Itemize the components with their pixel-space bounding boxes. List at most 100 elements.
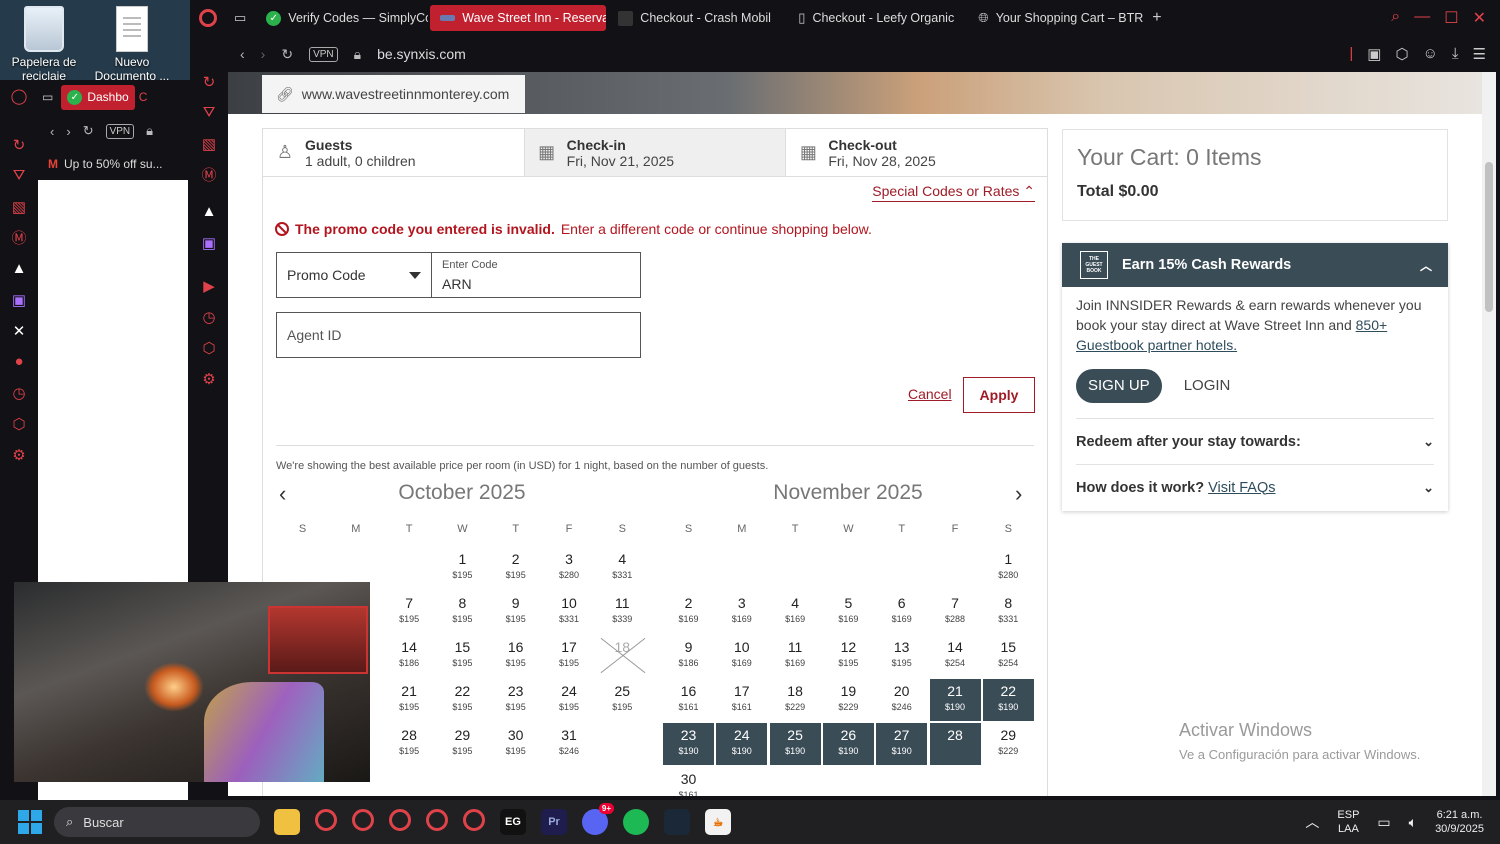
opera-icon[interactable]	[463, 809, 485, 831]
calendar-day[interactable]: 10 $331	[544, 591, 595, 633]
profile-icon[interactable]: ☺	[1423, 45, 1438, 63]
calendar-day[interactable]: 16 $161	[663, 679, 714, 721]
search-icon[interactable]: ⌕	[1391, 8, 1400, 28]
music-icon[interactable]: ●	[0, 346, 38, 377]
calendar-day[interactable]: 21 $190	[929, 679, 981, 721]
guests-selector[interactable]: ♙ Guests 1 adult, 0 children	[263, 129, 524, 176]
java-icon[interactable]: ☕︎	[705, 809, 731, 835]
tab-wave-street-inn[interactable]: Wave Street Inn - Reserva	[430, 5, 607, 31]
reload-icon[interactable]: ↻	[281, 46, 293, 63]
aria-icon[interactable]: ▲	[0, 253, 38, 284]
new-tab-plus-icon[interactable]: +	[1144, 9, 1169, 27]
calendar-day[interactable]: 17 $161	[716, 679, 767, 721]
calendar-day[interactable]: 24 $190	[716, 723, 768, 765]
basket-icon[interactable]: ⛛	[190, 97, 228, 128]
calendar-day[interactable]: 23 $195	[490, 679, 541, 721]
calendar-day[interactable]: 25 $195	[597, 679, 648, 721]
clock-icon[interactable]: ◷	[190, 301, 228, 332]
easy-setup-icon[interactable]: ☰	[1473, 45, 1486, 63]
calendar-day[interactable]: 14 $254	[930, 635, 981, 677]
history-icon[interactable]: ↻	[190, 66, 228, 97]
volume-icon[interactable]: 🔈︎	[1409, 814, 1417, 831]
file-explorer-icon[interactable]	[274, 809, 300, 835]
m-icon[interactable]: Ⓜ	[0, 222, 38, 253]
back-tab-dashboard[interactable]: ✓ Dashbo	[61, 84, 135, 110]
calendar-day[interactable]: 28 $195	[384, 723, 435, 765]
tickets-icon[interactable]: ▧	[0, 191, 38, 222]
promo-code-input[interactable]: Enter Code ARN	[431, 252, 641, 298]
calendar-day[interactable]: 28	[929, 723, 981, 765]
calendar-day[interactable]: 20 $246	[876, 679, 927, 721]
calendar-day[interactable]: 5 $169	[823, 591, 874, 633]
calendar-day[interactable]: 3 $169	[716, 591, 767, 633]
calendar-day[interactable]: 29 $195	[437, 723, 488, 765]
calendar-day[interactable]: 1 $195	[437, 547, 488, 589]
apply-button[interactable]: Apply	[963, 377, 1035, 413]
opera-icon[interactable]	[315, 809, 337, 831]
close-icon[interactable]: ✕	[1473, 8, 1486, 28]
start-button[interactable]	[18, 810, 42, 834]
calendar-day[interactable]: 11 $169	[770, 635, 821, 677]
opera-menu-button[interactable]	[190, 0, 226, 36]
tickets-icon[interactable]: ▧	[190, 128, 228, 159]
m-icon[interactable]: Ⓜ	[190, 159, 228, 190]
spotify-icon[interactable]	[623, 809, 649, 835]
taskbar-search[interactable]: ⌕ Buscar	[54, 807, 260, 837]
clock[interactable]: 6:21 a.m. 30/9/2025	[1435, 808, 1484, 836]
tab-shopping-cart[interactable]: 🌐︎ Your Shopping Cart – BTR	[968, 5, 1144, 31]
special-codes-toggle[interactable]: Special Codes or Rates ⌃	[872, 183, 1035, 202]
calendar-day[interactable]: 14 $186	[384, 635, 435, 677]
chevron-up-icon[interactable]: ︿	[1305, 812, 1319, 832]
calendar-day[interactable]: 25 $190	[769, 723, 821, 765]
tab-leefy-organic[interactable]: ▯ Checkout - Leefy Organic	[788, 5, 968, 31]
premiere-pro-icon[interactable]: Pr	[541, 809, 567, 835]
steam-icon[interactable]	[664, 809, 690, 835]
settings-gear-icon[interactable]: ⚙	[0, 439, 38, 470]
history-icon[interactable]: ↻	[0, 129, 38, 160]
calendar-day[interactable]: 18 $229	[770, 679, 821, 721]
url-field[interactable]: be.synxis.com	[377, 46, 466, 62]
calendar-day[interactable]: 30 $195	[490, 723, 541, 765]
checkout-selector[interactable]: ▦ Check-out Fri, Nov 28, 2025	[786, 129, 1047, 176]
settings-gear-icon[interactable]: ⚙	[190, 363, 228, 394]
redeem-accordion[interactable]: Redeem after your stay towards: ⌄	[1076, 418, 1434, 464]
calendar-day[interactable]: 1 $280	[983, 547, 1034, 589]
tab-switcher-icon[interactable]: ▭	[226, 10, 256, 26]
calendar-day[interactable]: 16 $195	[490, 635, 541, 677]
pip-video-player[interactable]	[14, 582, 370, 782]
calendar-day[interactable]: 22 $190	[982, 679, 1034, 721]
opera-icon[interactable]	[389, 809, 411, 831]
cancel-link[interactable]: Cancel	[908, 386, 952, 402]
how-it-works-accordion[interactable]: How does it work? Visit FAQs ⌄	[1076, 464, 1434, 510]
calendar-day[interactable]: 2 $195	[490, 547, 541, 589]
checkin-selector[interactable]: ▦ Check-in Fri, Nov 21, 2025	[523, 129, 787, 176]
scrollbar-thumb[interactable]	[1485, 162, 1493, 312]
page-scrollbar[interactable]	[1482, 72, 1496, 796]
basket-icon[interactable]: ⛛	[0, 160, 38, 191]
twitch-icon[interactable]: ▣	[0, 284, 38, 315]
calendar-day[interactable]: 9 $186	[663, 635, 714, 677]
calendar-day[interactable]: 3 $280	[544, 547, 595, 589]
back-tab-partial[interactable]: C	[139, 90, 148, 104]
calendar-day[interactable]: 29 $229	[983, 723, 1034, 765]
calendar-day[interactable]: 30 $161	[663, 767, 714, 796]
calendar-day[interactable]: 8 $195	[437, 591, 488, 633]
reload-icon[interactable]: ↻	[83, 123, 94, 139]
calendar-day[interactable]: 21 $195	[384, 679, 435, 721]
minimize-icon[interactable]: —	[1414, 8, 1430, 28]
back-bookmark-item[interactable]: M Up to 50% off su...	[38, 152, 190, 176]
calendar-day[interactable]: 10 $169	[716, 635, 767, 677]
promo-type-select[interactable]: Promo Code	[276, 252, 432, 298]
calendar-day[interactable]: 11 $339	[597, 591, 648, 633]
x-twitter-icon[interactable]: ✕	[0, 315, 38, 346]
calendar-day[interactable]: 7 $288	[930, 591, 981, 633]
tab-switcher-icon[interactable]: ▭	[38, 90, 57, 104]
player-icon[interactable]: ▶	[190, 270, 228, 301]
extensions-icon[interactable]: ⬡	[190, 332, 228, 363]
calendar-day[interactable]: 17 $195	[544, 635, 595, 677]
agent-id-input[interactable]: Agent ID	[276, 312, 641, 358]
language-indicator[interactable]: ESP LAA	[1337, 808, 1359, 836]
snapshot-icon[interactable]: ▣	[1367, 45, 1381, 63]
network-icon[interactable]: ▭	[1377, 814, 1390, 831]
calendar-day[interactable]: 19 $229	[823, 679, 874, 721]
